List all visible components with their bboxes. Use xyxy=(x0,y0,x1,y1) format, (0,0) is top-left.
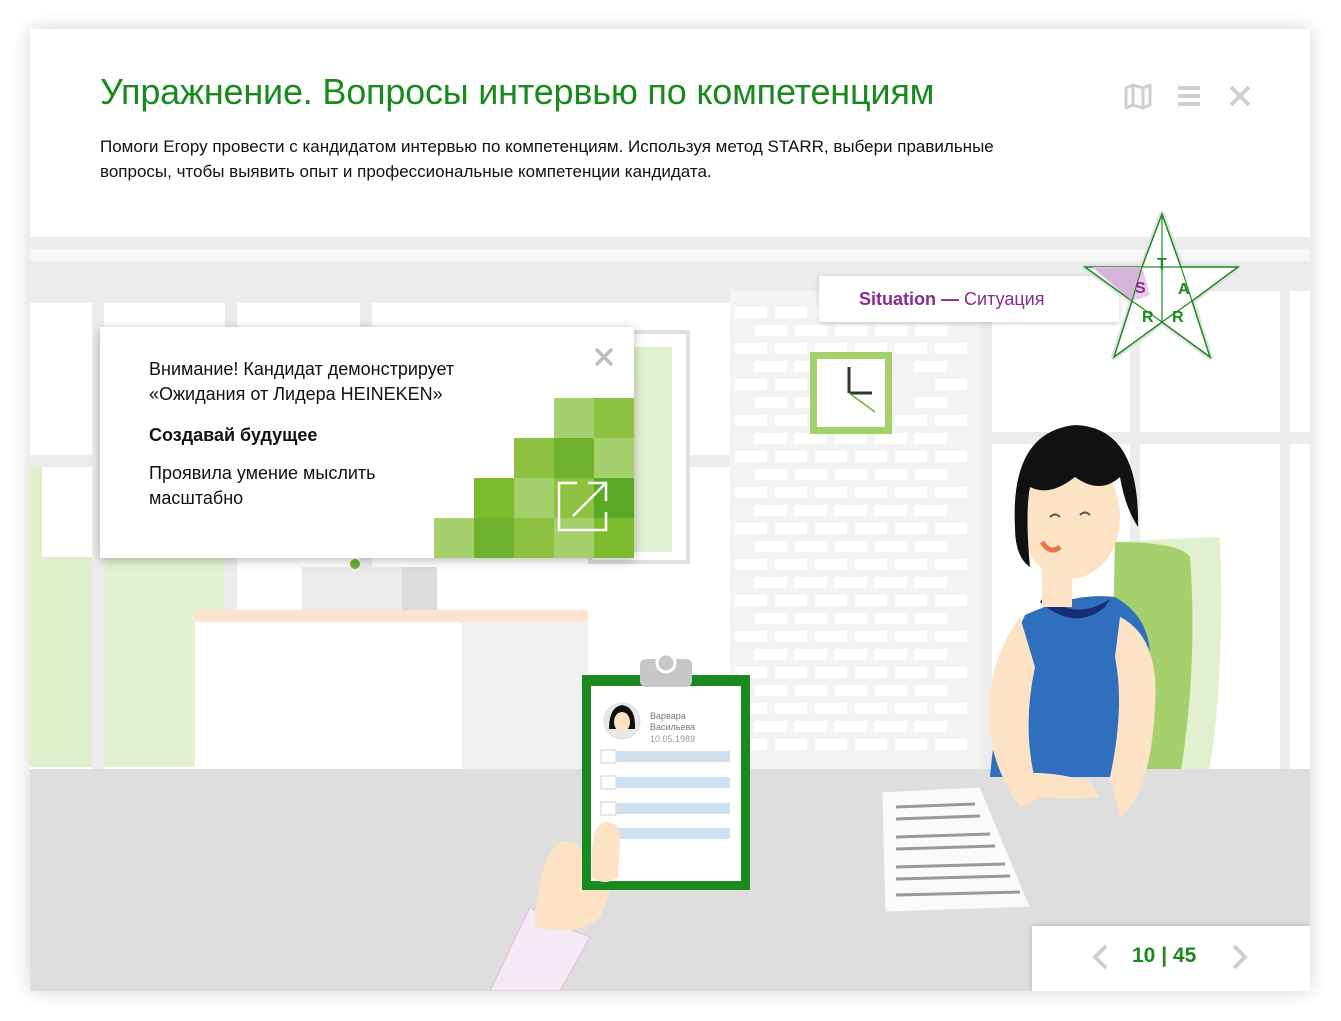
competency-popup: Внимание! Кандидат демонстрирует «Ожидан… xyxy=(100,327,634,558)
candidate-name-line1: Варвара xyxy=(650,711,686,721)
starr-letter-a: A xyxy=(1178,281,1190,298)
popup-close-icon[interactable] xyxy=(592,345,616,369)
slide-frame: Упражнение. Вопросы интервью по компетен… xyxy=(30,29,1310,991)
starr-star-icon: S T A R R xyxy=(1082,211,1241,360)
page-title: Упражнение. Вопросы интервью по компетен… xyxy=(100,71,935,112)
stage-russian: Ситуация xyxy=(964,289,1045,309)
popup-competency-detail: Проявила умение мыслить масштабно xyxy=(149,463,376,508)
starr-letter-s: S xyxy=(1135,280,1146,297)
map-icon[interactable] xyxy=(1123,81,1153,111)
expand-icon[interactable] xyxy=(555,479,610,534)
page-description: Помоги Егору провести с кандидатом интер… xyxy=(100,137,994,181)
starr-letter-r2: R xyxy=(1172,309,1184,326)
candidate-birthdate: 10.05.1989 xyxy=(650,734,696,744)
close-icon[interactable] xyxy=(1225,81,1255,111)
candidate-name-line2: Васильева xyxy=(650,722,696,732)
chevron-right-icon[interactable] xyxy=(1230,942,1250,972)
starr-letter-t: T xyxy=(1157,256,1167,273)
page-counter: 10 | 45 xyxy=(1132,944,1197,967)
popup-competency-title: Создавай будущее xyxy=(149,425,318,445)
starr-stage-label: Situation — Ситуация xyxy=(819,276,1119,322)
stage-dash: — xyxy=(936,289,965,309)
stage-english: Situation xyxy=(859,289,936,309)
chevron-left-icon[interactable] xyxy=(1090,942,1110,972)
menu-icon[interactable] xyxy=(1174,81,1204,111)
popup-attention-text: Внимание! Кандидат демонстрирует «Ожидан… xyxy=(149,359,455,404)
pagination: 10 | 45 xyxy=(1032,926,1310,991)
starr-letter-r1: R xyxy=(1142,309,1154,326)
